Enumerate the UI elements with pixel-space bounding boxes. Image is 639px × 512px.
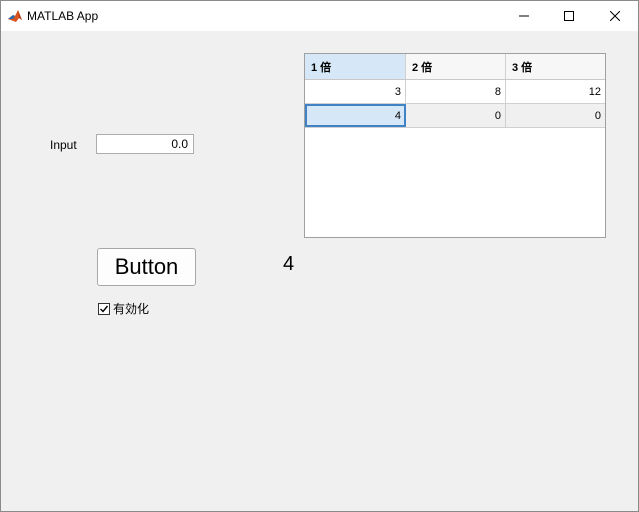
value-display: 4 [283, 253, 295, 275]
close-button[interactable] [592, 1, 638, 31]
window-title: MATLAB App [27, 9, 99, 23]
maximize-icon [564, 11, 574, 21]
table-cell[interactable]: 3 [305, 80, 406, 103]
matlab-logo-icon [7, 8, 23, 24]
checkbox-label: 有効化 [113, 302, 150, 316]
minimize-button[interactable] [501, 1, 547, 31]
main-button[interactable]: Button [97, 248, 196, 286]
enable-checkbox[interactable]: 有効化 [98, 302, 149, 316]
table-cell[interactable]: 8 [406, 80, 506, 103]
title-bar[interactable]: MATLAB App [1, 1, 638, 31]
column-header[interactable]: 2 倍 [406, 54, 506, 79]
table-row: 4 0 0 [305, 104, 605, 128]
data-table[interactable]: 1 倍 2 倍 3 倍 3 8 12 4 0 0 [304, 53, 606, 238]
column-header[interactable]: 3 倍 [506, 54, 605, 79]
column-header[interactable]: 1 倍 [305, 54, 406, 79]
table-cell[interactable]: 0 [506, 104, 605, 127]
input-field[interactable] [96, 134, 194, 154]
close-icon [610, 11, 620, 21]
table-cell-selected[interactable]: 4 [305, 104, 406, 127]
minimize-icon [519, 15, 529, 17]
table-cell[interactable]: 12 [506, 80, 605, 103]
checkmark-icon [100, 305, 109, 313]
checkbox-box[interactable] [98, 303, 110, 315]
table-cell[interactable]: 0 [406, 104, 506, 127]
maximize-button[interactable] [546, 1, 592, 31]
table-row: 3 8 12 [305, 80, 605, 104]
table-header-row: 1 倍 2 倍 3 倍 [305, 54, 605, 80]
input-label: Input [50, 138, 77, 152]
